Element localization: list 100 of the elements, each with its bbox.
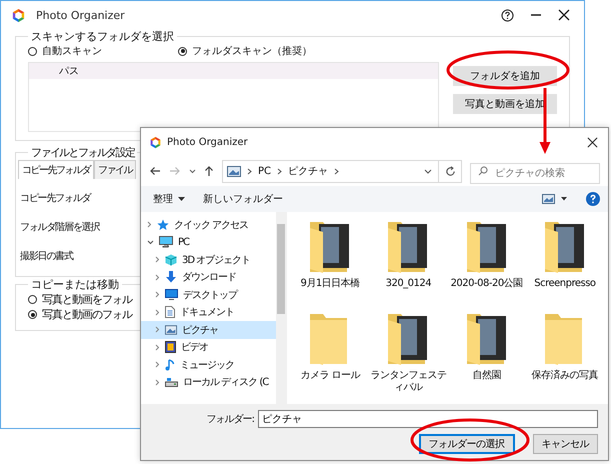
chevron-right-icon xyxy=(147,221,152,228)
computer-icon xyxy=(159,236,173,248)
chevron-right-icon xyxy=(247,168,252,174)
column-title: パス xyxy=(59,65,79,78)
field-label: フォルダ階層を選択 xyxy=(20,220,100,234)
chevron-down-icon[interactable] xyxy=(189,168,196,174)
drive-icon xyxy=(165,377,178,388)
tab[interactable]: コピー先フォルダ xyxy=(18,160,94,179)
folder-item[interactable]: Screenpresso xyxy=(526,218,604,310)
radio-button[interactable] xyxy=(28,46,37,56)
nav-item-label: ダウンロード xyxy=(182,271,236,284)
folder-item[interactable]: 2020-08-20公園 xyxy=(448,218,526,310)
chevron-down-icon[interactable] xyxy=(424,168,432,174)
download-arrow-icon xyxy=(165,271,177,284)
nav-item[interactable]: ミュージック xyxy=(141,356,276,374)
close-icon[interactable] xyxy=(587,136,598,148)
organize-menu[interactable]: 整理 xyxy=(153,192,185,206)
folder-name: 保存済みの写真 xyxy=(532,370,598,382)
nav-item[interactable]: 3D オブジェクト xyxy=(141,251,276,268)
music-note-icon xyxy=(165,358,175,371)
nav-item[interactable]: ドキュメント xyxy=(141,304,276,321)
nav-item[interactable]: PC xyxy=(141,234,276,251)
radio-label: フォルダスキャン（推奨） xyxy=(192,44,312,58)
nav-item[interactable]: デスクトップ xyxy=(141,286,276,304)
tab[interactable]: ファイル xyxy=(94,160,136,179)
close-icon[interactable] xyxy=(558,9,570,21)
folder-item[interactable]: ランタンフェスティバル xyxy=(369,310,448,402)
nav-item-label: ドキュメント xyxy=(180,306,234,320)
caret-icon xyxy=(178,197,185,201)
nav-item-label: ピクチャ xyxy=(182,324,218,337)
dialog-button[interactable]: キャンセル xyxy=(532,434,598,454)
pictures-folder-icon xyxy=(165,324,177,335)
radio-button[interactable] xyxy=(28,310,37,319)
nav-item[interactable]: ローカル ディスク (C xyxy=(141,374,276,391)
nav-item[interactable]: クイック アクセス xyxy=(141,216,276,234)
chevron-right-icon xyxy=(277,168,282,174)
window-title: Photo Organizer xyxy=(36,8,125,22)
nav-item-label: PC xyxy=(178,236,190,248)
folder-name: ランタンフェスティバル xyxy=(370,370,446,394)
radio-label: 写真と動画をフォル xyxy=(42,292,132,307)
chevron-right-icon xyxy=(155,274,160,281)
folder-name: Screenpresso xyxy=(534,278,596,290)
action-button[interactable]: フォルダを追加 xyxy=(453,66,557,86)
nav-item[interactable]: ビデオ xyxy=(141,338,276,356)
group-title: ファイルとフォルダ設定 xyxy=(30,145,136,160)
folder-item[interactable]: 9月1日日本橋 xyxy=(291,218,370,310)
scrollbar[interactable] xyxy=(276,212,286,404)
radio-button[interactable] xyxy=(28,295,37,304)
search-field[interactable]: ピクチャの検索 xyxy=(470,162,600,184)
chevron-right-icon xyxy=(334,168,340,174)
chevron-right-icon xyxy=(155,361,160,368)
radio-label: 自動スキャン xyxy=(42,45,102,58)
star-icon xyxy=(157,218,169,231)
chevron-right-icon xyxy=(155,344,160,351)
folder-name: 2020-08-20公園 xyxy=(450,278,523,290)
folder-name: 自然園 xyxy=(472,370,501,382)
chevron-down-icon xyxy=(147,240,154,245)
cube-icon xyxy=(165,254,177,266)
pictures-folder-icon xyxy=(227,166,241,176)
folder-name-field[interactable]: ピクチャ xyxy=(258,410,598,428)
chevron-right-icon xyxy=(155,308,160,316)
folder-item[interactable]: 保存済みの写真 xyxy=(526,310,604,402)
nav-item-label: 3D オブジェクト xyxy=(182,254,250,267)
nav-item-label: ミュージック xyxy=(180,358,234,372)
new-folder-button[interactable]: 新しいフォルダー xyxy=(203,192,283,206)
chevron-right-icon xyxy=(155,326,160,334)
app-logo-icon xyxy=(11,8,26,22)
radio-button[interactable] xyxy=(178,46,187,56)
chevron-right-icon xyxy=(155,378,160,386)
nav-item-label: クイック アクセス xyxy=(174,218,248,232)
radio-label: 写真と動画のフォル xyxy=(42,307,132,322)
desktop-icon xyxy=(165,289,178,300)
breadcrumb[interactable]: ピクチャ xyxy=(288,164,328,178)
app-logo-icon xyxy=(149,136,162,148)
dialog-title: Photo Organizer xyxy=(167,136,248,148)
group-title: コピーまたは移動 xyxy=(30,277,120,292)
search-icon xyxy=(478,166,488,176)
view-options-icon[interactable] xyxy=(542,194,568,204)
folder-name: 320_0124 xyxy=(386,278,432,290)
field-label: 撮影日の書式 xyxy=(20,250,73,263)
folder-item[interactable]: 320_0124 xyxy=(369,218,448,310)
dialog-button[interactable]: フォルダーの選択 xyxy=(418,434,514,454)
chevron-right-icon xyxy=(155,256,160,264)
nav-item-label: ローカル ディスク (C xyxy=(183,376,268,390)
breadcrumb[interactable]: PC xyxy=(258,166,272,176)
up-arrow-icon[interactable] xyxy=(204,165,214,177)
address-bar[interactable]: PC ピクチャ xyxy=(222,160,462,182)
help-icon[interactable] xyxy=(501,8,514,22)
folder-name: カメラ ロール xyxy=(300,370,360,382)
nav-item-label: ビデオ xyxy=(181,341,208,354)
folder-item[interactable]: 自然園 xyxy=(448,310,526,402)
refresh-icon xyxy=(444,166,456,176)
back-arrow-icon[interactable] xyxy=(149,166,161,176)
nav-item[interactable]: ダウンロード xyxy=(141,268,276,286)
document-icon xyxy=(165,306,175,318)
folder-item[interactable]: カメラ ロール xyxy=(291,310,370,402)
nav-item[interactable]: ピクチャ xyxy=(141,321,276,338)
group-title: スキャンするフォルダを選択 xyxy=(30,29,175,44)
chevron-right-icon xyxy=(155,291,160,298)
nav-item-label: デスクトップ xyxy=(183,288,237,302)
